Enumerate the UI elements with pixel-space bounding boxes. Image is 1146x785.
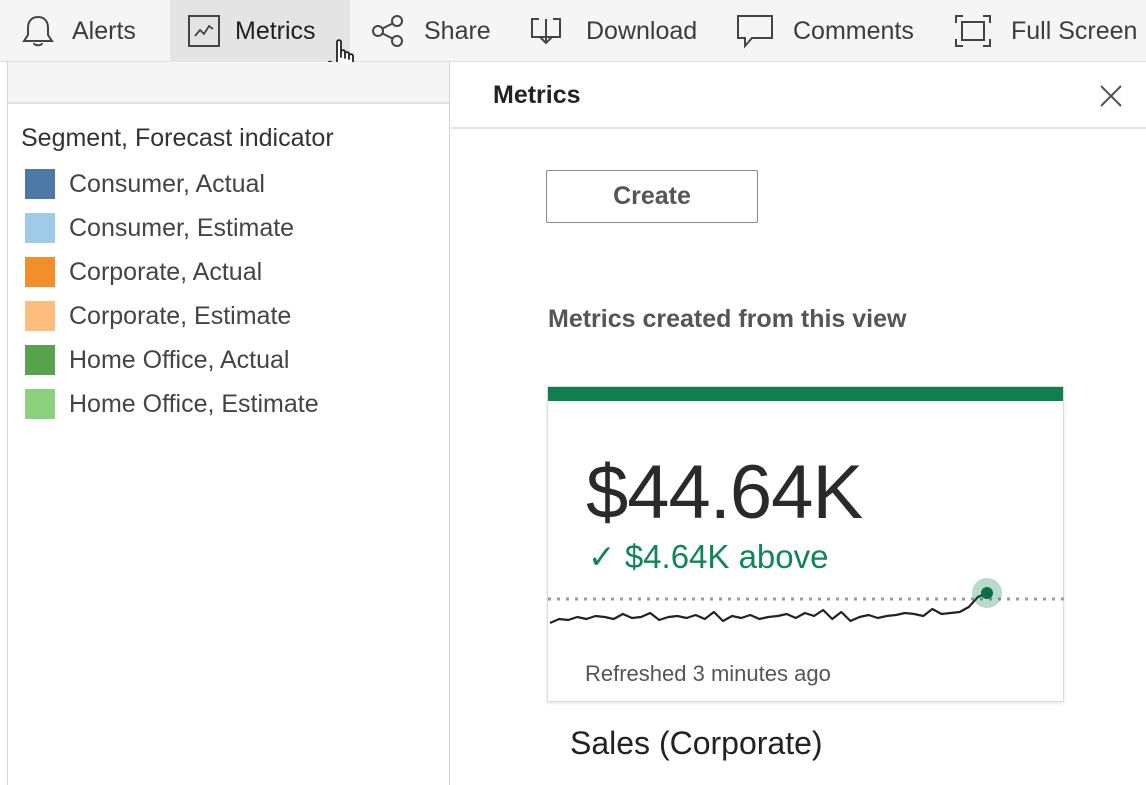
alerts-button[interactable]: Alerts: [18, 0, 136, 62]
metrics-label: Metrics: [235, 16, 316, 45]
legend-item-label: Consumer, Estimate: [69, 213, 295, 242]
download-label: Download: [586, 16, 698, 45]
create-metric-button[interactable]: Create: [546, 170, 758, 223]
metrics-chart-icon: [187, 14, 221, 48]
legend-swatch: [25, 301, 55, 331]
legend-item[interactable]: Home Office, Estimate: [25, 389, 319, 419]
metrics-panel-title: Metrics: [493, 81, 581, 109]
legend-item[interactable]: Home Office, Actual: [25, 345, 289, 375]
legend-item[interactable]: Consumer, Estimate: [25, 213, 294, 243]
legend-item[interactable]: Corporate, Estimate: [25, 301, 291, 331]
comment-icon: [735, 12, 775, 50]
close-icon[interactable]: [1099, 84, 1123, 108]
metric-card-accent-bar: [548, 387, 1063, 401]
legend-title: Segment, Forecast indicator: [21, 124, 334, 152]
download-icon: [528, 13, 564, 49]
metric-delta: ✓ $4.64K above: [588, 538, 829, 575]
metric-card[interactable]: $44.64K ✓ $4.64K above Refreshed 3 minut…: [547, 386, 1065, 702]
metric-sparkline: [548, 578, 1065, 625]
share-label: Share: [424, 16, 491, 45]
legend-panel-header: [8, 62, 449, 104]
comments-button[interactable]: Comments: [735, 0, 914, 62]
toolbar: Alerts Metrics Share Download Comments F…: [0, 0, 1146, 62]
legend-swatch: [25, 169, 55, 199]
legend-item[interactable]: Corporate, Actual: [25, 257, 262, 287]
sparkline-end-point: [981, 587, 993, 599]
legend-item-label: Consumer, Actual: [69, 169, 265, 198]
legend-item-label: Home Office, Estimate: [69, 389, 319, 418]
share-icon: [370, 13, 406, 49]
legend-item-label: Corporate, Actual: [69, 257, 263, 286]
metrics-section-title: Metrics created from this view: [548, 305, 907, 333]
legend-swatch: [25, 345, 55, 375]
legend-panel: Segment, Forecast indicator Consumer, Ac…: [7, 62, 450, 785]
legend-swatch: [25, 389, 55, 419]
legend-item-label: Corporate, Estimate: [69, 301, 292, 330]
download-button[interactable]: Download: [528, 0, 697, 62]
metric-refreshed-text: Refreshed 3 minutes ago: [585, 661, 831, 686]
sparkline-line: [549, 591, 988, 625]
legend-swatch: [25, 213, 55, 243]
fullscreen-icon: [953, 13, 993, 49]
fullscreen-button[interactable]: Full Screen: [953, 0, 1137, 62]
legend-item[interactable]: Consumer, Actual: [25, 169, 265, 199]
metric-name[interactable]: Sales (Corporate): [570, 725, 823, 762]
bell-icon: [18, 11, 58, 51]
metrics-button[interactable]: Metrics: [170, 0, 350, 62]
metric-value: $44.64K: [586, 450, 863, 535]
comments-label: Comments: [793, 16, 914, 45]
alerts-label: Alerts: [72, 16, 136, 45]
legend-item-label: Home Office, Actual: [69, 345, 290, 374]
fullscreen-label: Full Screen: [1011, 16, 1138, 45]
metrics-panel-header: Metrics: [451, 62, 1146, 129]
legend-swatch: [25, 257, 55, 287]
share-button[interactable]: Share: [370, 0, 491, 62]
